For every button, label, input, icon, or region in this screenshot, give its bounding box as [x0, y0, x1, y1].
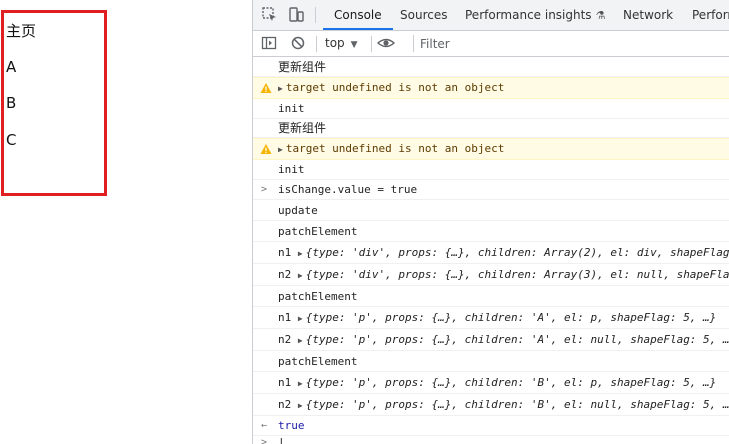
log-text: 更新组件 — [278, 121, 327, 135]
filter-input[interactable] — [413, 35, 729, 52]
toolbar-divider — [371, 36, 372, 52]
page-item-b: B — [6, 94, 17, 112]
object-preview: {type: 'p', props: {…}, children: 'B', e… — [305, 376, 717, 389]
tab-performance-insights-label: Performance insights — [465, 8, 592, 22]
expand-triangle-icon[interactable]: ▶ — [298, 379, 303, 388]
log-input-line: > isChange.value = true — [253, 180, 729, 200]
prompt-caret: | — [278, 436, 285, 444]
expand-triangle-icon[interactable]: ▶ — [298, 249, 303, 258]
log-label: n2 — [278, 398, 292, 411]
page-item-a: A — [6, 58, 17, 76]
log-text: target undefined is not an object — [285, 142, 505, 155]
toolbar-divider — [316, 36, 317, 52]
prompt-chevron-icon: > — [261, 437, 268, 444]
log-text: target undefined is not an object — [285, 81, 505, 94]
tab-divider — [315, 7, 316, 23]
log-text: isChange.value = true — [278, 183, 418, 196]
log-object-line[interactable]: n1 ▶ {type: 'div', props: {…}, children: … — [253, 242, 729, 264]
context-value: top — [325, 36, 345, 50]
tab-console[interactable]: Console — [323, 0, 393, 30]
console-toolbar: top ▼ — [253, 31, 729, 57]
log-line: patchElement — [253, 286, 729, 307]
log-text: patchElement — [278, 290, 358, 303]
warning-icon — [260, 144, 272, 154]
log-object-line[interactable]: n1 ▶ {type: 'p', props: {…}, children: 'B… — [253, 372, 729, 394]
log-result-line: ← true — [253, 416, 729, 436]
expand-triangle-icon[interactable]: ▶ — [298, 401, 303, 410]
object-preview: {type: 'div', props: {…}, children: Arra… — [305, 268, 729, 281]
eye-icon[interactable] — [377, 35, 395, 51]
page-item-c: C — [6, 131, 17, 149]
log-label: n1 — [278, 246, 292, 259]
devtools-tab-bar: Console Sources Performance insights ⚗ Ne… — [253, 0, 729, 31]
console-prompt[interactable]: > | — [253, 436, 729, 444]
devtools-panel: Console Sources Performance insights ⚗ Ne… — [252, 0, 729, 444]
log-object-line[interactable]: n2 ▶ {type: 'div', props: {…}, children: … — [253, 264, 729, 286]
log-line: patchElement — [253, 221, 729, 242]
log-object-line[interactable]: n1 ▶ {type: 'p', props: {…}, children: 'A… — [253, 307, 729, 329]
page-item-home: 主页 — [6, 22, 37, 40]
chevron-down-icon: ▼ — [350, 40, 358, 50]
object-preview: {type: 'div', props: {…}, children: Arra… — [305, 246, 729, 259]
clear-console-icon[interactable] — [290, 35, 306, 51]
log-text: patchElement — [278, 225, 358, 238]
log-line: init — [253, 99, 729, 119]
input-chevron-icon: > — [261, 184, 268, 195]
log-text: init — [278, 102, 305, 115]
tab-performance-insights[interactable]: Performance insights ⚗ — [465, 0, 605, 30]
log-text: update — [278, 204, 318, 217]
tab-network[interactable]: Network — [623, 0, 673, 30]
log-warning[interactable]: ▶ target undefined is not an object — [253, 77, 729, 99]
log-text: true — [278, 419, 305, 432]
console-log: 更新组件 ▶ target undefined is not an object … — [253, 57, 729, 444]
tab-performance[interactable]: Performa — [692, 0, 729, 30]
object-preview: {type: 'p', props: {…}, children: 'A', e… — [305, 333, 729, 346]
return-arrow-icon: ← — [261, 420, 268, 431]
log-object-line[interactable]: n2 ▶ {type: 'p', props: {…}, children: 'A… — [253, 329, 729, 351]
object-preview: {type: 'p', props: {…}, children: 'A', e… — [305, 311, 717, 324]
expand-triangle-icon[interactable]: ▶ — [278, 145, 283, 154]
tab-sources[interactable]: Sources — [400, 0, 447, 30]
log-line: 更新组件 — [253, 119, 729, 138]
log-line: 更新组件 — [253, 57, 729, 77]
object-preview: {type: 'p', props: {…}, children: 'B', e… — [305, 398, 729, 411]
expand-triangle-icon[interactable]: ▶ — [298, 314, 303, 323]
log-line: update — [253, 200, 729, 221]
flask-icon: ⚗ — [595, 9, 606, 22]
log-label: n2 — [278, 268, 292, 281]
context-selector[interactable]: top ▼ — [325, 31, 358, 56]
log-warning[interactable]: ▶ target undefined is not an object — [253, 138, 729, 160]
expand-triangle-icon[interactable]: ▶ — [298, 336, 303, 345]
expand-triangle-icon[interactable]: ▶ — [298, 271, 303, 280]
log-line: init — [253, 160, 729, 180]
log-label: n1 — [278, 311, 292, 324]
warning-icon — [260, 83, 272, 93]
log-text: init — [278, 163, 305, 176]
sidebar-toggle-icon[interactable] — [261, 35, 277, 51]
log-text: patchElement — [278, 355, 358, 368]
log-label: n2 — [278, 333, 292, 346]
page-viewport: 主页 A B C — [0, 0, 252, 444]
inspect-element-icon[interactable] — [261, 6, 279, 24]
log-line: patchElement — [253, 351, 729, 372]
device-toolbar-icon[interactable] — [287, 6, 305, 24]
expand-triangle-icon[interactable]: ▶ — [278, 84, 283, 93]
log-text: 更新组件 — [278, 60, 327, 74]
log-object-line[interactable]: n2 ▶ {type: 'p', props: {…}, children: 'B… — [253, 394, 729, 416]
log-label: n1 — [278, 376, 292, 389]
